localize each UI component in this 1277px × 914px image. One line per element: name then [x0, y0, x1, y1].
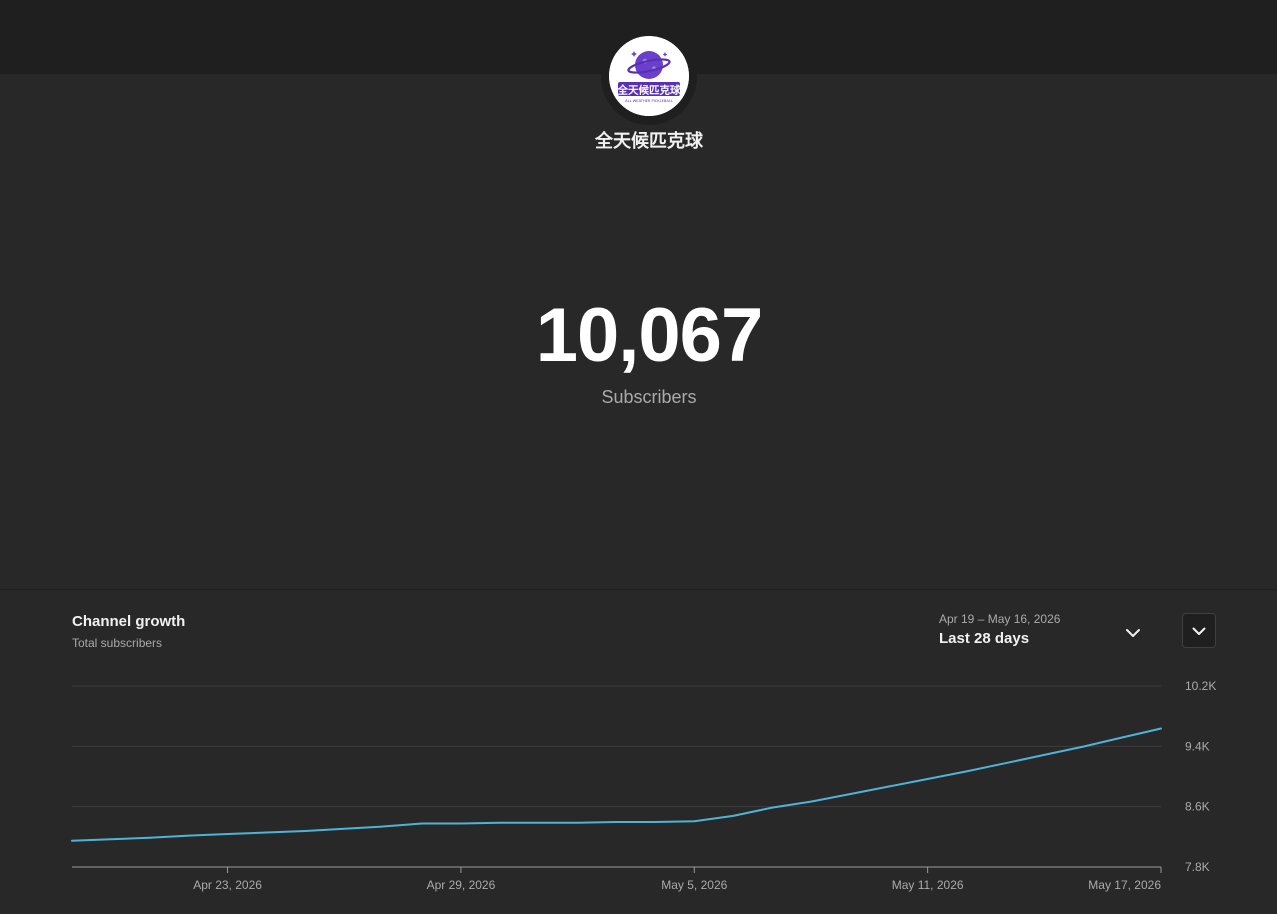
- y-tick-label: 10.2K: [1185, 679, 1216, 693]
- y-tick-label: 8.6K: [1185, 800, 1210, 814]
- date-range-selector[interactable]: Apr 19 – May 16, 2026 Last 28 days: [939, 611, 1149, 653]
- expand-chart-button[interactable]: [1182, 613, 1216, 648]
- channel-avatar[interactable]: 全天候匹克球 ALL WEATHER PICKLEBALL: [609, 36, 689, 116]
- channel-name: 全天候匹克球: [595, 131, 703, 152]
- date-range-label: Last 28 days: [939, 630, 1030, 647]
- chevron-down-icon: [1192, 627, 1206, 635]
- subscriber-label: Subscribers: [601, 387, 697, 407]
- section-divider: [0, 589, 1277, 590]
- x-tick-label: Apr 29, 2026: [427, 878, 496, 892]
- subscriber-growth-chart: 10.2K 9.4K 8.6K 7.8K Apr 23, 2026 Apr 29, 202…: [71, 679, 1216, 892]
- y-tick-label: 7.8K: [1185, 860, 1210, 874]
- x-tick-label: Apr 23, 2026: [193, 878, 262, 892]
- svg-text:全天候匹克球: 全天候匹克球: [617, 84, 681, 97]
- planet-logo-icon: 全天候匹克球 ALL WEATHER PICKLEBALL: [609, 36, 689, 116]
- panel-title: Channel growth: [72, 613, 186, 630]
- y-tick-label: 9.4K: [1185, 739, 1210, 753]
- subscriber-count: 10,067: [535, 293, 763, 378]
- chevron-down-icon: [1126, 629, 1140, 637]
- svg-text:ALL WEATHER PICKLEBALL: ALL WEATHER PICKLEBALL: [625, 99, 673, 103]
- x-tick-label: May 5, 2026: [661, 878, 727, 892]
- panel-subtitle: Total subscribers: [72, 636, 163, 650]
- x-tick-label: May 17, 2026: [1088, 878, 1161, 892]
- series-line: [71, 727, 1162, 842]
- x-tick-label: May 11, 2026: [892, 878, 964, 892]
- date-range-text: Apr 19 – May 16, 2026: [939, 612, 1061, 626]
